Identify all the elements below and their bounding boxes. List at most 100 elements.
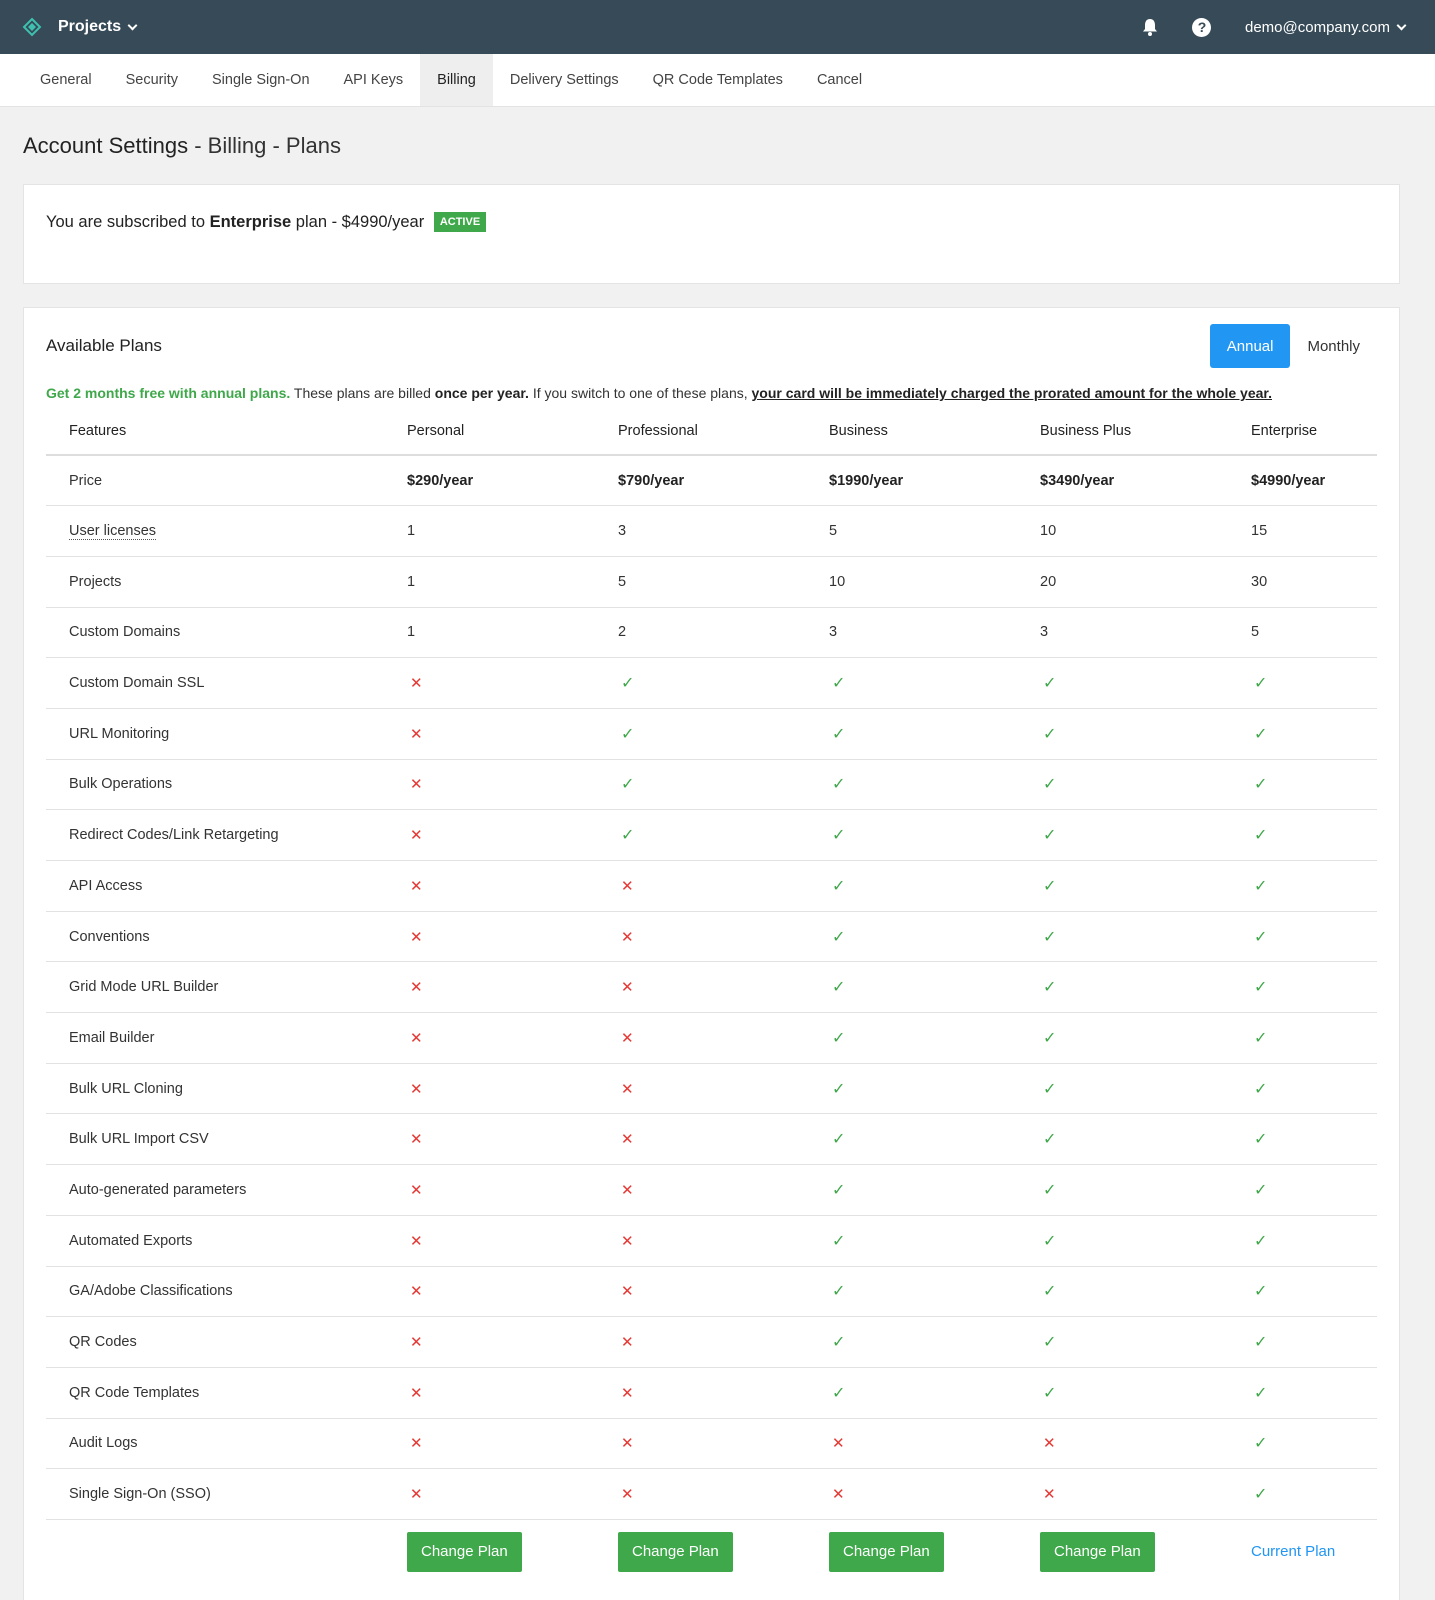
- tab-qr-code-templates[interactable]: QR Code Templates: [636, 54, 800, 106]
- cross-icon: ✕: [410, 1435, 423, 1453]
- cell-business: ✓: [829, 1215, 1040, 1267]
- cell-business-plus: ✕: [1040, 1418, 1251, 1470]
- table-row: Redirect Codes/Link Retargeting ✕ ✓ ✓ ✓ ✓: [46, 809, 1377, 861]
- cell-business-plus: ✓: [1040, 1164, 1251, 1216]
- cell-personal: ✕: [407, 1063, 618, 1115]
- cell-business-plus: ✓: [1040, 961, 1251, 1014]
- feature-bulk-url-import-csv: Bulk URL Import CSV: [46, 1113, 407, 1166]
- feature-bulk-url-cloning: Bulk URL Cloning: [46, 1063, 407, 1115]
- column-header-enterprise: Enterprise: [1251, 423, 1377, 456]
- table-row: Bulk URL Import CSV ✕ ✕ ✓ ✓ ✓: [46, 1113, 1377, 1166]
- cross-icon: ✕: [410, 979, 423, 997]
- cell-personal: ✕: [407, 1316, 618, 1368]
- change-plan-button-professional[interactable]: Change Plan: [618, 1531, 733, 1572]
- action-cell-personal: Change Plan: [407, 1519, 618, 1583]
- cell-enterprise: ✓: [1251, 1012, 1377, 1064]
- cross-icon: ✕: [621, 1232, 634, 1250]
- available-plans-card: Available Plans Annual Monthly Get 2 mon…: [23, 307, 1400, 1600]
- check-icon: ✓: [832, 1283, 846, 1301]
- cross-icon: ✕: [621, 1334, 634, 1352]
- cross-icon: ✕: [410, 1029, 423, 1047]
- cell-business-plus: ✓: [1040, 657, 1251, 709]
- cell-business: ✕: [829, 1468, 1040, 1520]
- feature-conventions: Conventions: [46, 911, 407, 963]
- cell-enterprise: 30: [1251, 556, 1377, 608]
- cell-personal: ✕: [407, 809, 618, 861]
- cell-business: ✓: [829, 1113, 1040, 1166]
- cell-enterprise: ✓: [1251, 1266, 1377, 1318]
- table-row: Bulk URL Cloning ✕ ✕ ✓ ✓ ✓: [46, 1063, 1377, 1115]
- check-icon: ✓: [621, 827, 635, 845]
- tab-billing[interactable]: Billing: [420, 54, 493, 106]
- user-account-menu[interactable]: demo@company.com: [1245, 19, 1407, 36]
- feature-email-builder: Email Builder: [46, 1012, 407, 1064]
- cell-enterprise: ✓: [1251, 1468, 1377, 1520]
- logo-icon[interactable]: [22, 17, 42, 37]
- cross-icon: ✕: [621, 1080, 634, 1098]
- tab-delivery-settings[interactable]: Delivery Settings: [493, 54, 636, 106]
- help-icon[interactable]: ?: [1191, 16, 1213, 38]
- cross-icon: ✕: [410, 1334, 423, 1352]
- check-icon: ✓: [1043, 1080, 1057, 1098]
- cell-business: 3: [829, 607, 1040, 659]
- cross-icon: ✕: [410, 877, 423, 895]
- notifications-bell-icon[interactable]: [1139, 16, 1161, 38]
- feature-label: QR Codes: [69, 1334, 137, 1351]
- feature-label[interactable]: User licenses: [69, 523, 157, 541]
- cell-professional: ✕: [618, 1367, 829, 1419]
- cell-personal: ✕: [407, 1164, 618, 1216]
- feature-label: GA/Adobe Classifications: [69, 1283, 233, 1300]
- cell-enterprise: ✓: [1251, 961, 1377, 1014]
- tab-general[interactable]: General: [23, 54, 109, 106]
- cell-personal: ✕: [407, 961, 618, 1014]
- cell-business: ✓: [829, 1012, 1040, 1064]
- cell-personal: ✕: [407, 1418, 618, 1470]
- current-plan-link[interactable]: Current Plan: [1251, 1543, 1335, 1560]
- feature-auto-generated-parameters: Auto-generated parameters: [46, 1164, 407, 1216]
- check-icon: ✓: [832, 1232, 846, 1250]
- check-icon: ✓: [1254, 1080, 1268, 1098]
- tab-security[interactable]: Security: [109, 54, 195, 106]
- feature-label: Custom Domain SSL: [69, 675, 205, 692]
- monthly-toggle-button[interactable]: Monthly: [1290, 324, 1377, 368]
- cell-enterprise: ✓: [1251, 759, 1377, 811]
- annual-toggle-button[interactable]: Annual: [1209, 324, 1291, 368]
- cell-business: ✓: [829, 657, 1040, 709]
- cross-icon: ✕: [410, 928, 423, 946]
- table-row: Email Builder ✕ ✕ ✓ ✓ ✓: [46, 1012, 1377, 1064]
- cell-business-plus: $3490/year: [1040, 455, 1251, 507]
- projects-menu[interactable]: Projects: [58, 18, 138, 36]
- actions-spacer: [46, 1519, 407, 1583]
- cross-icon: ✕: [832, 1486, 845, 1504]
- change-plan-button-business[interactable]: Change Plan: [829, 1531, 944, 1572]
- cell-professional: 2: [618, 607, 829, 659]
- cross-icon: ✕: [410, 1486, 423, 1504]
- subscription-card: You are subscribed to Enterprise plan - …: [23, 184, 1400, 284]
- cell-professional: 3: [618, 505, 829, 557]
- cross-icon: ✕: [410, 725, 423, 743]
- table-row: Conventions ✕ ✕ ✓ ✓ ✓: [46, 911, 1377, 963]
- page-title: Account Settings - Billing - Plans: [23, 133, 1400, 159]
- tab-api-keys[interactable]: API Keys: [327, 54, 421, 106]
- cell-business-plus: ✓: [1040, 1266, 1251, 1318]
- cell-personal: ✕: [407, 1012, 618, 1064]
- cell-professional: ✕: [618, 1113, 829, 1166]
- check-icon: ✓: [1043, 1384, 1057, 1402]
- cell-business: 5: [829, 505, 1040, 557]
- check-icon: ✓: [1043, 1232, 1057, 1250]
- change-plan-button-business-plus[interactable]: Change Plan: [1040, 1531, 1155, 1572]
- cell-business: ✓: [829, 860, 1040, 912]
- tab-cancel[interactable]: Cancel: [800, 54, 879, 106]
- cell-personal: ✕: [407, 1215, 618, 1267]
- top-navigation-bar: Projects ? demo@company.com: [0, 0, 1435, 54]
- tab-single-sign-on[interactable]: Single Sign-On: [195, 54, 327, 106]
- cell-business: ✓: [829, 1164, 1040, 1216]
- cross-icon: ✕: [621, 1283, 634, 1301]
- feature-label: API Access: [69, 877, 143, 894]
- action-cell-enterprise: Current Plan: [1251, 1519, 1377, 1583]
- change-plan-button-personal[interactable]: Change Plan: [407, 1531, 522, 1572]
- plans-comparison-table: Features Personal Professional Business …: [46, 423, 1377, 1583]
- cell-personal: 1: [407, 607, 618, 659]
- cell-personal: ✕: [407, 911, 618, 963]
- cell-enterprise: ✓: [1251, 911, 1377, 963]
